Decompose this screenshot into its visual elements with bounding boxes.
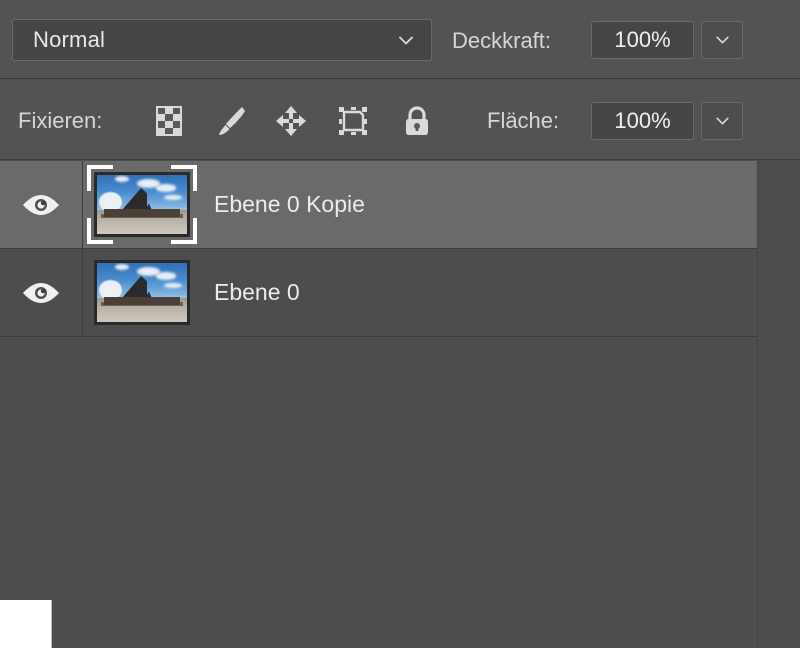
opacity-value: 100%	[614, 27, 671, 52]
blend-mode-row: Normal Deckkraft: 100%	[0, 0, 800, 79]
eye-icon	[22, 281, 60, 305]
fill-value: 100%	[614, 108, 671, 133]
lock-label: Fixieren:	[18, 108, 103, 133]
chevron-down-icon	[399, 36, 413, 45]
lock-image-pixels-icon[interactable]	[214, 104, 248, 138]
fill-input[interactable]: 100%	[591, 102, 694, 140]
blend-mode-value: Normal	[33, 27, 106, 52]
layer-list: Ebene 0 Kopie Ebene 0	[0, 161, 757, 648]
selection-bracket-icon	[171, 218, 197, 244]
fill-stepper[interactable]	[701, 102, 743, 140]
table-row[interactable]: Ebene 0 Kopie	[0, 161, 757, 249]
layer-thumbnail-image	[94, 260, 190, 325]
layer-visibility-toggle[interactable]	[0, 249, 83, 336]
selection-bracket-icon	[171, 165, 197, 191]
layer-visibility-toggle[interactable]	[0, 161, 83, 248]
corner-swatch	[0, 600, 52, 648]
layer-thumbnail[interactable]	[87, 165, 197, 244]
layer-name: Ebene 0	[214, 279, 300, 305]
lock-transparent-pixels-icon[interactable]	[152, 104, 186, 138]
blend-mode-select[interactable]: Normal	[12, 19, 432, 61]
table-row[interactable]: Ebene 0	[0, 249, 757, 337]
opacity-input[interactable]: 100%	[591, 21, 694, 59]
vertical-scrollbar[interactable]	[757, 161, 800, 648]
chevron-down-icon	[715, 117, 729, 125]
opacity-label: Deckkraft:	[452, 28, 552, 53]
lock-artboard-nesting-icon[interactable]	[336, 104, 370, 138]
layer-name: Ebene 0 Kopie	[214, 191, 365, 217]
layers-panel: Normal Deckkraft: 100% Fixieren: Fläche:…	[0, 0, 800, 648]
chevron-down-icon	[715, 36, 729, 44]
fill-label: Fläche:	[487, 108, 560, 133]
lock-position-icon[interactable]	[274, 104, 308, 138]
selection-bracket-icon	[87, 165, 113, 191]
eye-icon	[22, 193, 60, 217]
selection-bracket-icon	[87, 218, 113, 244]
layer-thumbnail[interactable]	[94, 260, 190, 325]
opacity-stepper[interactable]	[701, 21, 743, 59]
lock-all-icon[interactable]	[400, 104, 434, 138]
